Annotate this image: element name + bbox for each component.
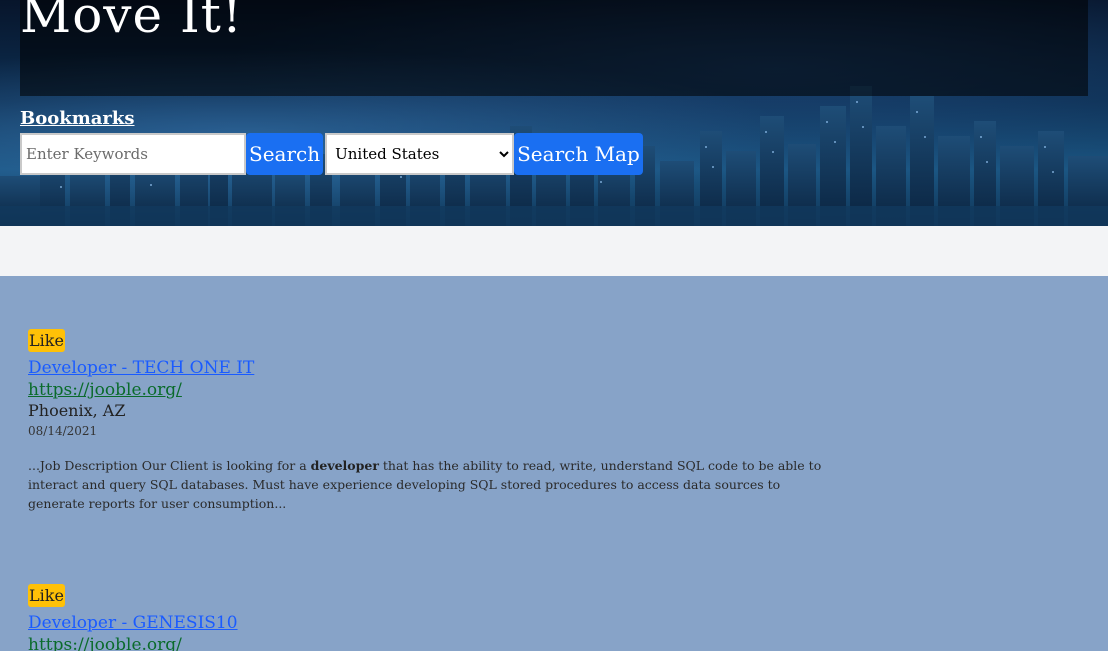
job-title-link[interactable]: Developer - TECH ONE IT xyxy=(28,358,838,378)
keywords-input[interactable] xyxy=(20,133,246,175)
search-bar: Search United States Search Map xyxy=(20,133,643,175)
hero-banner: Move It! Bookmarks Search United States … xyxy=(0,0,1108,226)
job-description-text: ...Job Description Our Client is looking… xyxy=(28,458,311,473)
job-url-link[interactable]: https://jooble.org/ xyxy=(28,380,838,400)
country-select[interactable]: United States xyxy=(325,133,515,175)
job-description: ...Job Description Our Client is looking… xyxy=(28,456,838,513)
search-map-button[interactable]: Search Map xyxy=(514,133,643,175)
toolbar-spacer xyxy=(0,226,1108,276)
job-location: Phoenix, AZ xyxy=(28,401,126,420)
search-button[interactable]: Search xyxy=(246,133,324,175)
like-button[interactable]: Like xyxy=(28,584,65,607)
job-date: 08/14/2021 xyxy=(28,424,98,438)
job-url-link[interactable]: https://jooble.org/ xyxy=(28,635,838,651)
like-button[interactable]: Like xyxy=(28,329,65,352)
results-list: Like Developer - TECH ONE IT https://joo… xyxy=(0,276,1108,651)
bookmarks-link[interactable]: Bookmarks xyxy=(20,108,135,129)
job-title-link[interactable]: Developer - GENESIS10 xyxy=(28,613,838,633)
site-title: Move It! xyxy=(20,0,243,44)
job-card: Like Developer - GENESIS10 https://joobl… xyxy=(28,584,838,651)
job-card: Like Developer - TECH ONE IT https://joo… xyxy=(28,329,838,513)
job-description-keyword: developer xyxy=(310,458,379,473)
